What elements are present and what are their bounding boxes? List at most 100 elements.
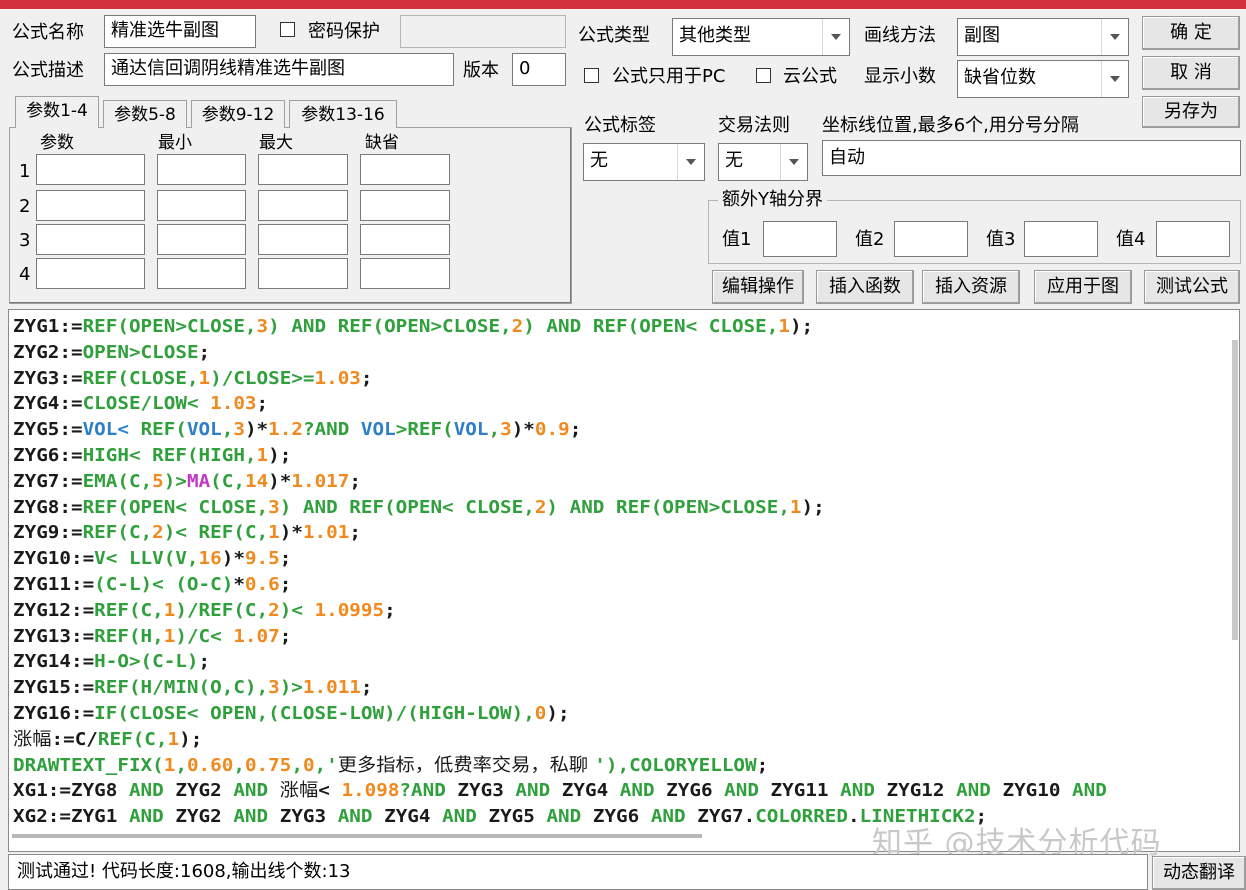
- code-token: AND: [233, 780, 269, 802]
- formula-type-select[interactable]: 其他类型: [672, 18, 850, 56]
- code-token: 涨幅: [279, 780, 319, 802]
- password-input[interactable]: [400, 15, 566, 48]
- code-token: ZYG2: [163, 806, 234, 828]
- param-default-input[interactable]: [360, 258, 450, 289]
- code-token: ZYG3: [268, 806, 338, 828]
- code-token: COLORRED: [755, 806, 848, 828]
- chevron-down-icon[interactable]: [1101, 61, 1128, 97]
- cancel-button[interactable]: 取 消: [1142, 56, 1240, 90]
- param-max-input[interactable]: [258, 224, 348, 255]
- code-line: ZYG6:=HIGH< REF(HIGH,1);: [13, 443, 1107, 469]
- code-token: ;: [384, 599, 396, 621]
- param-max-input[interactable]: [258, 154, 348, 185]
- param-min-input[interactable]: [157, 224, 246, 255]
- code-token: ZYG4:=: [13, 393, 83, 415]
- param-name-input[interactable]: [36, 190, 145, 221]
- cloud-formula-checkbox[interactable]: [756, 68, 771, 83]
- trade-rule-value: 无: [725, 150, 743, 171]
- param-min-input[interactable]: [157, 190, 246, 221]
- formula-name-input[interactable]: 精准选牛副图: [104, 15, 256, 48]
- password-label: 密码保护: [308, 21, 380, 42]
- code-token: IF(CLOSE< OPEN,(CLOSE-LOW)/(HIGH-LOW),: [94, 702, 535, 724]
- code-token: 3: [256, 316, 269, 337]
- chevron-down-icon[interactable]: [677, 144, 704, 180]
- code-token: )*: [279, 522, 303, 544]
- code-token: VOL: [186, 419, 222, 441]
- chevron-down-icon[interactable]: [780, 144, 807, 180]
- tab-params-1-4[interactable]: 参数1-4: [15, 96, 99, 128]
- status-bar: 测试通过! 代码长度:1608,输出线个数:13: [8, 854, 1148, 890]
- y-value-2-input[interactable]: [894, 221, 968, 257]
- code-token: AND: [233, 806, 269, 828]
- tab-params-9-12[interactable]: 参数9-12: [191, 100, 285, 128]
- param-max-input[interactable]: [258, 258, 348, 289]
- code-line: ZYG4:=CLOSE/LOW< 1.03;: [13, 391, 1107, 417]
- code-token: ZYG5:=: [13, 419, 83, 441]
- formula-tag-select[interactable]: 无: [583, 143, 705, 181]
- edit-ops-button[interactable]: 编辑操作: [712, 270, 804, 304]
- tab-params-5-8[interactable]: 参数5-8: [103, 100, 187, 128]
- code-token: (C,: [210, 470, 245, 492]
- param-name-input[interactable]: [36, 224, 145, 255]
- vertical-scrollbar[interactable]: [1232, 340, 1238, 640]
- code-token: ZYG4: [372, 806, 443, 828]
- code-token: ;: [360, 367, 373, 389]
- code-token: )*: [268, 470, 292, 492]
- decimal-select[interactable]: 缺省位数: [957, 60, 1129, 98]
- y-value-4-input[interactable]: [1156, 221, 1230, 257]
- code-token: ZYG7:=: [13, 470, 83, 492]
- code-token: ;: [349, 470, 361, 492]
- param-min-input[interactable]: [157, 258, 246, 289]
- code-token: ,': [314, 754, 338, 776]
- y-value-1-input[interactable]: [763, 221, 837, 257]
- coord-lines-input[interactable]: 自动: [822, 140, 1241, 176]
- insert-function-button[interactable]: 插入函数: [816, 270, 914, 304]
- insert-resource-button[interactable]: 插入资源: [922, 270, 1020, 304]
- code-token: ZYG6: [654, 780, 725, 802]
- param-max-input[interactable]: [258, 190, 348, 221]
- status-text: 测试通过! 代码长度:1608,输出线个数:13: [17, 861, 351, 882]
- code-token: >REF(: [395, 419, 454, 441]
- code-token: ZYG14:=: [13, 651, 95, 673]
- chevron-down-icon[interactable]: [822, 19, 849, 55]
- code-line: ZYG1:=REF(OPEN>CLOSE,3) AND REF(OPEN>CLO…: [13, 314, 1107, 340]
- param-name-input[interactable]: [36, 154, 145, 185]
- ok-button[interactable]: 确 定: [1142, 16, 1240, 50]
- password-checkbox[interactable]: [280, 22, 295, 37]
- param-default-input[interactable]: [360, 224, 450, 255]
- draw-method-select[interactable]: 副图: [957, 18, 1129, 56]
- param-name-input[interactable]: [36, 258, 145, 289]
- apply-to-chart-button[interactable]: 应用于图: [1034, 270, 1132, 304]
- code-editor[interactable]: ZYG1:=REF(OPEN>CLOSE,3) AND REF(OPEN>CLO…: [8, 309, 1240, 852]
- dynamic-translate-button[interactable]: 动态翻译: [1152, 856, 1246, 890]
- code-token: ;: [279, 548, 292, 570]
- param-default-input[interactable]: [360, 190, 450, 221]
- horizontal-scrollbar[interactable]: [12, 834, 702, 838]
- code-token: 3: [233, 419, 245, 441]
- version-input[interactable]: 0: [512, 53, 566, 86]
- code-line: ZYG11:=(C-L)< (O-C)*0.6;: [13, 572, 1107, 598]
- code-token: )<: [279, 599, 315, 621]
- code-token: );: [268, 444, 292, 466]
- tab-params-13-16[interactable]: 参数13-16: [289, 100, 397, 128]
- code-token: H-O>(C-L): [94, 651, 199, 673]
- pc-only-checkbox[interactable]: [584, 68, 599, 83]
- param-default-input[interactable]: [360, 154, 450, 185]
- code-token: ) AND REF(OPEN< CLOSE,: [523, 316, 779, 337]
- code-token: ;: [256, 393, 269, 415]
- chevron-down-icon[interactable]: [1101, 19, 1128, 55]
- code-token: AND: [724, 780, 759, 802]
- code-token: )*: [244, 419, 269, 441]
- formula-desc-input[interactable]: 通达信回调阴线精准选牛副图: [104, 53, 454, 86]
- code-token: XG1:=ZYG8: [13, 780, 129, 802]
- code-token: 0: [534, 702, 547, 724]
- code-content[interactable]: ZYG1:=REF(OPEN>CLOSE,3) AND REF(OPEN>CLO…: [13, 314, 1107, 830]
- code-token: 1.01: [302, 522, 350, 544]
- save-as-button[interactable]: 另存为: [1142, 96, 1240, 128]
- test-formula-button[interactable]: 测试公式: [1144, 270, 1240, 304]
- trade-rule-select[interactable]: 无: [718, 143, 808, 181]
- code-token: )/C<: [175, 625, 234, 647]
- param-min-input[interactable]: [157, 154, 246, 185]
- code-token: <: [318, 780, 342, 802]
- y-value-3-input[interactable]: [1024, 221, 1098, 257]
